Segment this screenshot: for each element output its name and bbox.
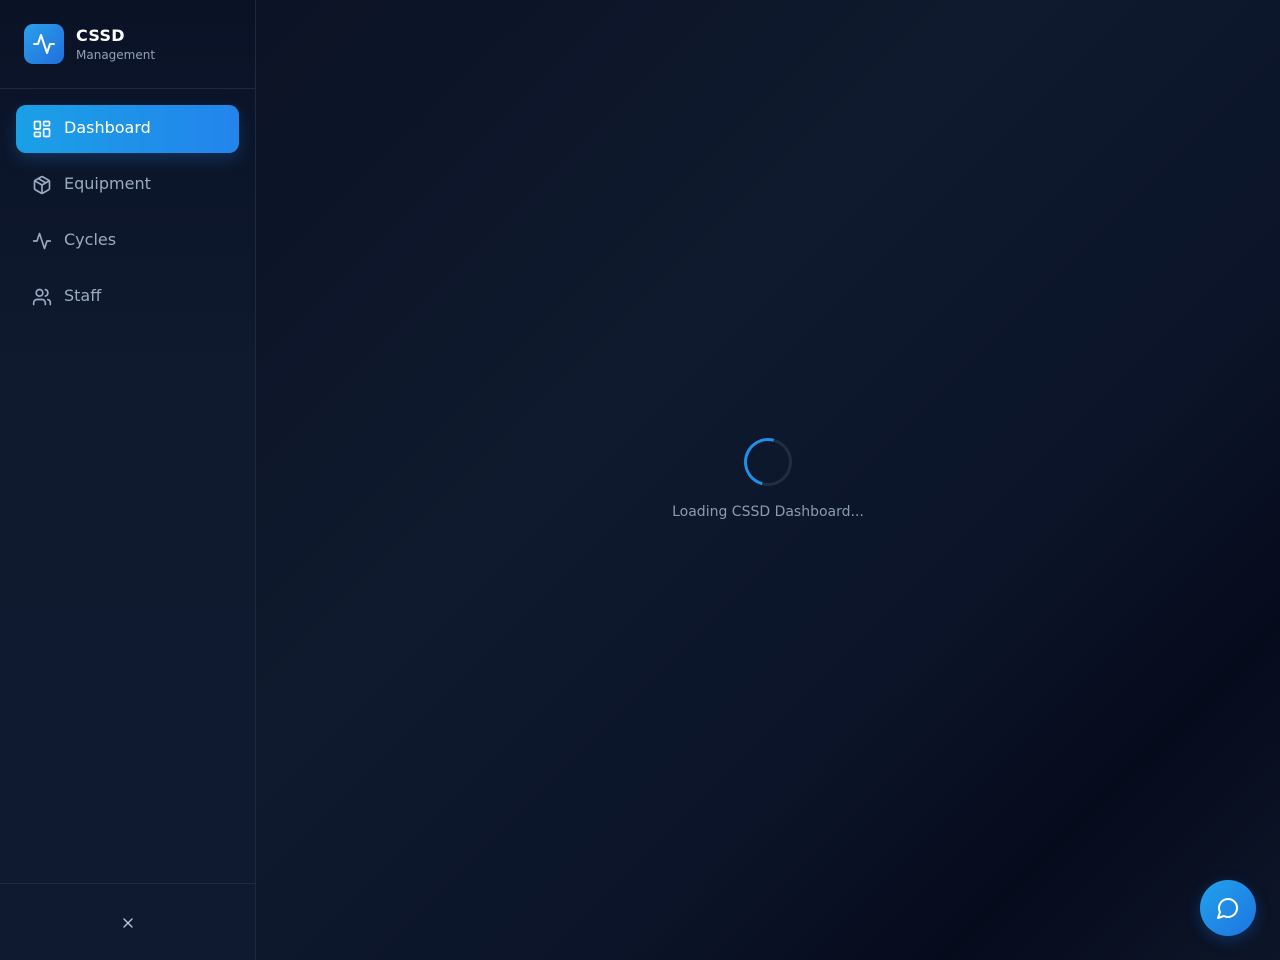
- dashboard-grid-icon: [33, 120, 51, 138]
- sidebar-item-label: Equipment: [64, 174, 151, 193]
- sidebar-item-cycles[interactable]: Cycles: [16, 217, 239, 265]
- close-icon: [123, 918, 133, 928]
- brand-header: CSSD Management: [0, 0, 255, 89]
- users-icon: [32, 288, 52, 306]
- chat-button[interactable]: [1200, 880, 1256, 936]
- brand-title: CSSD: [76, 26, 125, 45]
- close-sidebar-button[interactable]: [116, 911, 140, 935]
- sidebar-item-dashboard[interactable]: Dashboard: [16, 105, 239, 153]
- sidebar-item-label: Staff: [64, 286, 102, 305]
- loading-spinner-icon: [735, 429, 801, 495]
- brand-subtitle: Management: [76, 48, 156, 62]
- activity-icon: [32, 232, 52, 250]
- sidebar-item-staff[interactable]: Staff: [16, 273, 239, 321]
- chat-bubble-icon: [1217, 898, 1238, 919]
- sidebar-item-equipment[interactable]: Equipment: [16, 161, 239, 209]
- loading-indicator: Loading CSSD Dashboard...: [256, 429, 1280, 527]
- loading-text: Loading CSSD Dashboard...: [672, 504, 864, 520]
- sidebar-nav: Dashboard Equipment Cycles Staff: [16, 105, 239, 329]
- sidebar-item-label: Dashboard: [64, 118, 151, 137]
- app-root: CSSD Management Dashboard Equipment Cycl…: [0, 0, 1280, 960]
- brand-logo: [24, 24, 64, 64]
- activity-icon: [33, 34, 55, 54]
- sidebar-footer: [0, 883, 255, 960]
- sidebar-item-label: Cycles: [64, 230, 117, 249]
- sidebar: CSSD Management Dashboard Equipment Cycl…: [0, 0, 256, 960]
- package-icon: [33, 175, 51, 195]
